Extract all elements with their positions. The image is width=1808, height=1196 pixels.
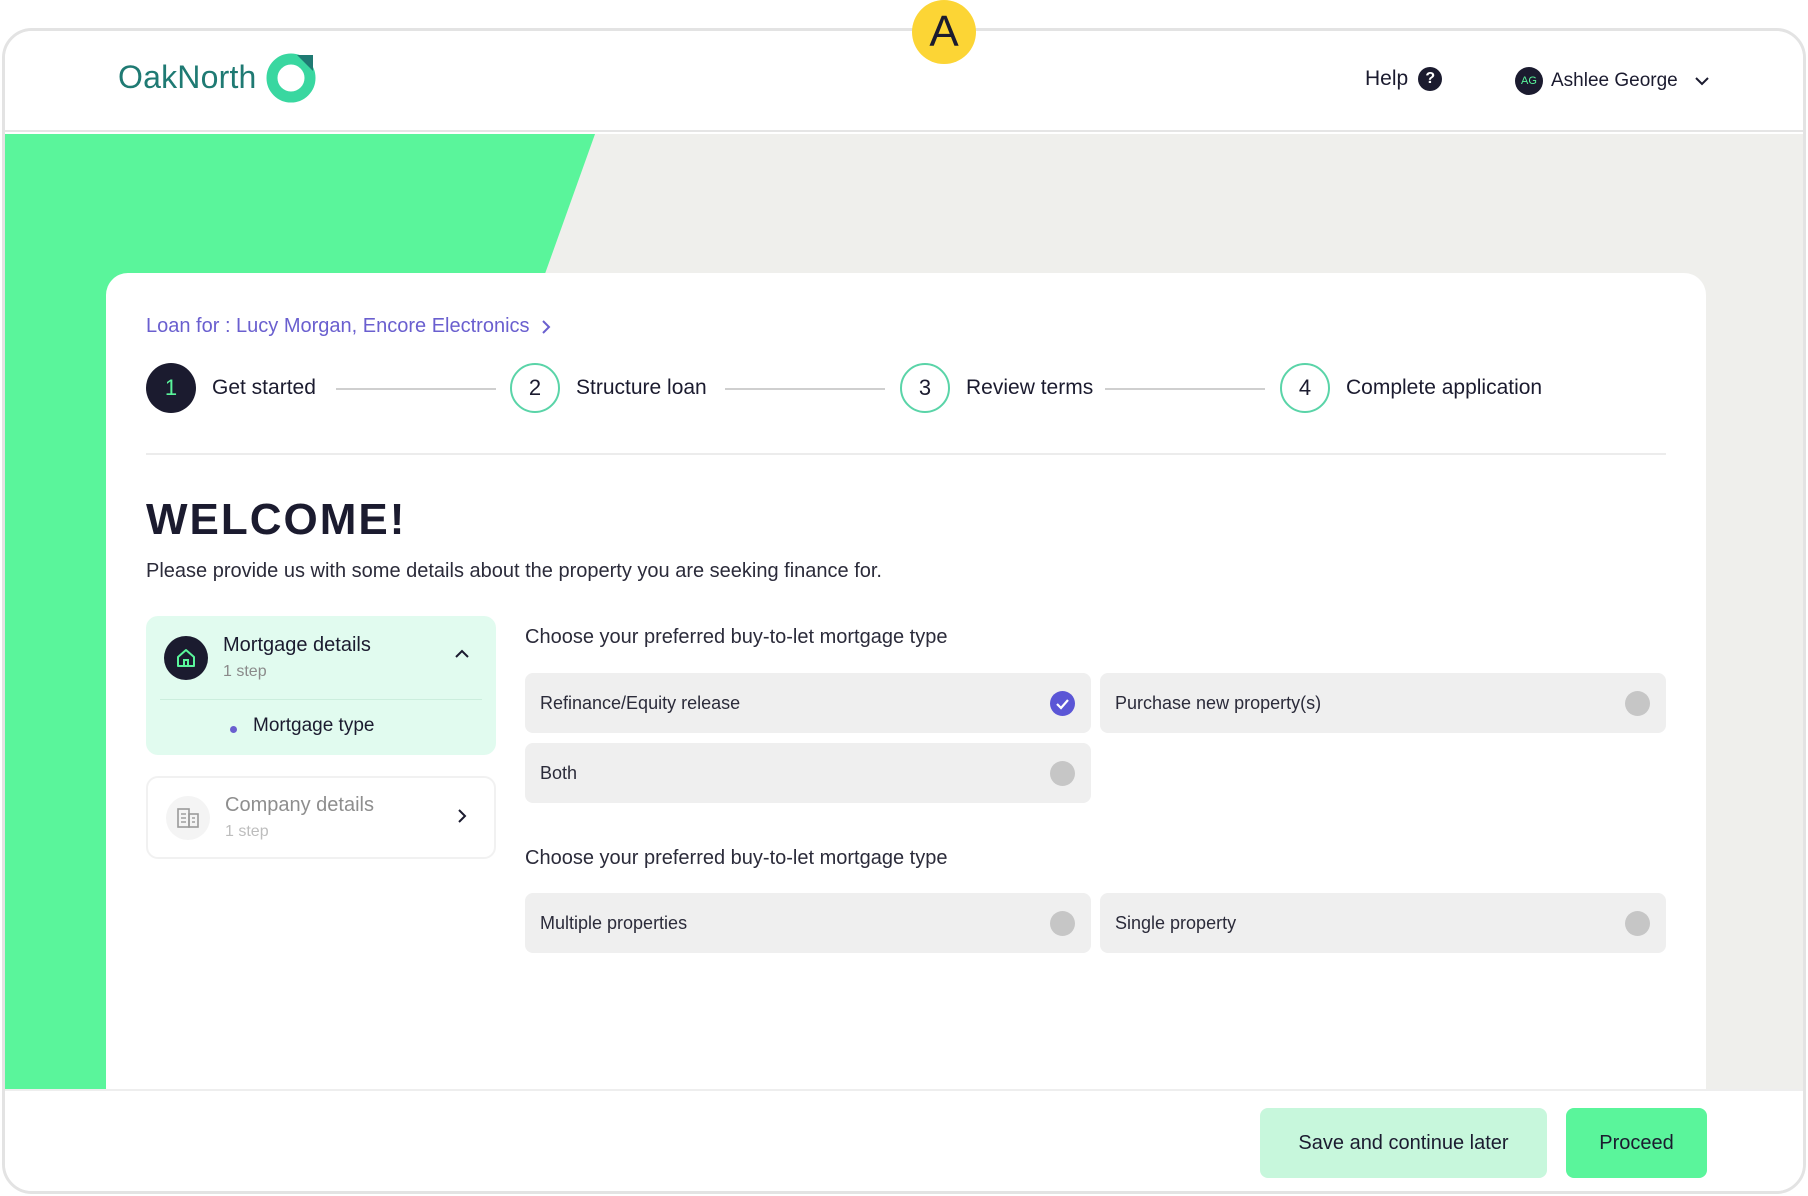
- step-number: 1: [146, 363, 196, 413]
- step-get-started[interactable]: 1 Get started: [146, 363, 316, 413]
- option-label: Purchase new property(s): [1115, 692, 1322, 713]
- content-area: Loan for : Lucy Morgan, Encore Electroni…: [5, 134, 1803, 1089]
- app-window: OakNorth Help ? AG Ashlee George Loan fo…: [2, 28, 1806, 1194]
- step-number: 4: [1280, 363, 1330, 413]
- section-separator: [160, 699, 482, 700]
- step-label: Review terms: [966, 376, 1094, 399]
- step-label: Structure loan: [576, 376, 707, 399]
- bullet-dot: [230, 726, 237, 733]
- page-subtitle: Please provide us with some details abou…: [146, 560, 882, 582]
- chevron-down-icon: [1695, 77, 1709, 86]
- section-item-mortgage-type[interactable]: Mortgage type: [253, 715, 374, 737]
- radio-icon[interactable]: [1050, 761, 1075, 786]
- section-title: Mortgage details: [223, 634, 371, 656]
- radio-icon[interactable]: [1050, 911, 1075, 936]
- chevron-up-icon[interactable]: [454, 648, 470, 660]
- step-label: Complete application: [1346, 376, 1543, 399]
- avatar: AG: [1515, 67, 1543, 95]
- annotation-marker: A: [912, 0, 976, 64]
- building-icon: [166, 796, 210, 840]
- page-title: WELCOME!: [146, 495, 407, 544]
- radio-icon[interactable]: [1625, 911, 1650, 936]
- oaknorth-logo[interactable]: OakNorth: [118, 51, 317, 103]
- option-refinance[interactable]: Refinance/Equity release: [525, 673, 1091, 733]
- radio-checked-icon[interactable]: [1050, 691, 1075, 716]
- section-divider: [146, 453, 1666, 455]
- question-property-count: Choose your preferred buy-to-let mortgag…: [525, 847, 948, 869]
- help-label: Help: [1365, 67, 1409, 90]
- user-name: Ashlee George: [1551, 70, 1678, 91]
- progress-stepper: 1 Get started 2 Structure loan 3 Review …: [146, 363, 1666, 415]
- option-label: Multiple properties: [540, 912, 688, 933]
- step-review-terms[interactable]: 3 Review terms: [900, 363, 1093, 413]
- option-label: Single property: [1115, 912, 1237, 933]
- logo-ring-icon: [266, 53, 316, 103]
- home-icon: [164, 636, 208, 680]
- step-complete-application[interactable]: 4 Complete application: [1280, 363, 1542, 413]
- mortgage-details-section[interactable]: Mortgage details 1 step Mortgage type: [146, 616, 496, 755]
- step-connector: [336, 388, 496, 390]
- section-steps: 1 step: [225, 823, 269, 840]
- breadcrumb[interactable]: Loan for : Lucy Morgan, Encore Electroni…: [146, 315, 552, 338]
- question-mortgage-type: Choose your preferred buy-to-let mortgag…: [525, 626, 948, 648]
- chevron-right-icon: [458, 809, 467, 823]
- step-number: 3: [900, 363, 950, 413]
- option-purchase-new[interactable]: Purchase new property(s): [1100, 673, 1666, 733]
- option-label: Both: [540, 762, 578, 783]
- logo-text: OakNorth: [118, 58, 257, 95]
- step-number: 2: [510, 363, 560, 413]
- section-steps: 1 step: [223, 663, 267, 680]
- step-structure-loan[interactable]: 2 Structure loan: [510, 363, 707, 413]
- top-header: OakNorth Help ? AG Ashlee George: [5, 31, 1803, 132]
- step-connector: [1105, 388, 1265, 390]
- main-card: Loan for : Lucy Morgan, Encore Electroni…: [106, 273, 1706, 1089]
- company-details-section[interactable]: Company details 1 step: [146, 776, 496, 859]
- breadcrumb-label: Loan for : Lucy Morgan, Encore Electroni…: [146, 315, 530, 337]
- option-both[interactable]: Both: [525, 743, 1091, 803]
- option-single-property[interactable]: Single property: [1100, 893, 1666, 953]
- step-connector: [725, 388, 885, 390]
- help-icon: ?: [1418, 67, 1443, 91]
- section-title: Company details: [225, 794, 374, 816]
- footer-bar: Save and continue later Proceed: [5, 1089, 1803, 1191]
- option-multiple-properties[interactable]: Multiple properties: [525, 893, 1091, 953]
- step-label: Get started: [212, 376, 316, 399]
- help-link[interactable]: Help ?: [1365, 67, 1443, 91]
- proceed-button[interactable]: Proceed: [1566, 1108, 1707, 1178]
- user-menu[interactable]: AG Ashlee George: [1515, 67, 1710, 95]
- save-continue-later-button[interactable]: Save and continue later: [1260, 1108, 1547, 1178]
- chevron-right-icon: [541, 319, 550, 334]
- radio-icon[interactable]: [1625, 691, 1650, 716]
- option-label: Refinance/Equity release: [540, 692, 741, 713]
